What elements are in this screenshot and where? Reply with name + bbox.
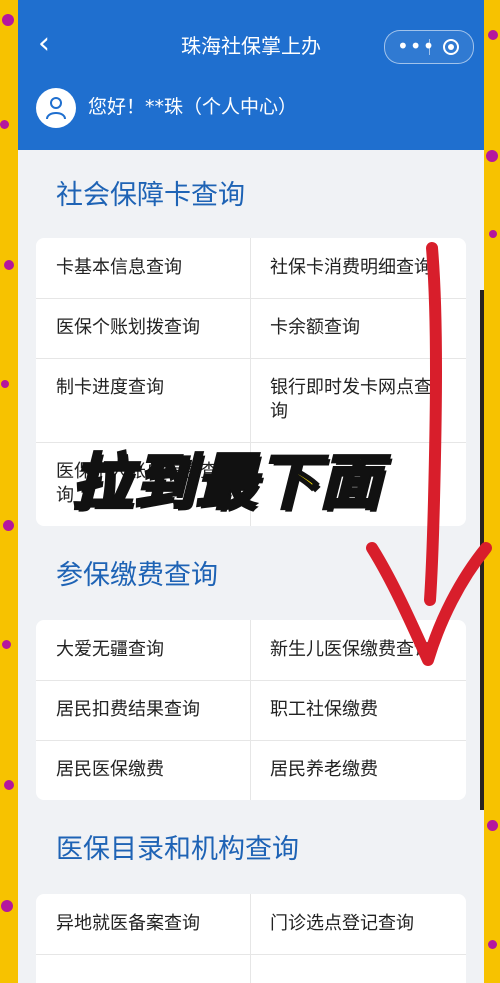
down-arrow-icon	[366, 242, 492, 666]
